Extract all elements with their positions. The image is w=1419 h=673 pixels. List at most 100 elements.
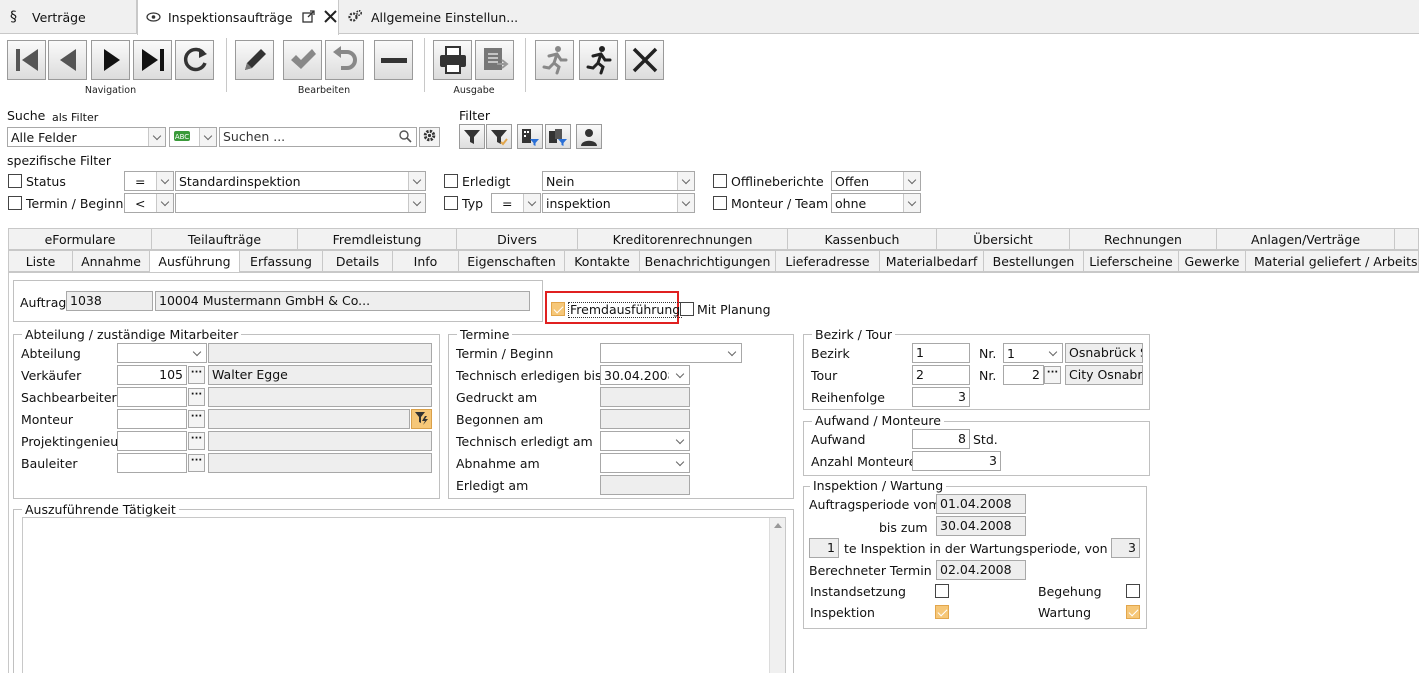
delete-button[interactable]: [374, 40, 413, 80]
buildings-filter-button[interactable]: [545, 124, 571, 149]
print-button[interactable]: [433, 40, 472, 80]
next-record-button[interactable]: [91, 40, 130, 80]
close-icon[interactable]: [323, 9, 337, 26]
monteur-lookup-button[interactable]: ···: [188, 410, 205, 428]
tab-details[interactable]: Details: [323, 250, 393, 272]
search-input[interactable]: Suchen ...: [219, 127, 417, 147]
projektingenieur-number-field[interactable]: [117, 431, 187, 451]
tech-erledigt-am-date[interactable]: [600, 431, 690, 451]
tab-gewerke[interactable]: Gewerke: [1179, 250, 1246, 272]
bauleiter-number-field[interactable]: [117, 453, 187, 473]
aufwand-field[interactable]: 8: [912, 429, 970, 449]
export-button[interactable]: [475, 40, 514, 80]
edit-button[interactable]: [235, 40, 274, 80]
tab-anlagen-vertraege[interactable]: Anlagen/Verträge: [1217, 228, 1395, 250]
erledigt-value-select[interactable]: Nein: [542, 171, 695, 191]
tab-info[interactable]: Info: [393, 250, 459, 272]
tab-divers[interactable]: Divers: [457, 228, 578, 250]
scroll-up-icon[interactable]: [774, 523, 782, 528]
fremdausfuehrung-checkbox[interactable]: [551, 302, 565, 316]
tab-eigenschaften[interactable]: Eigenschaften: [459, 250, 565, 272]
tab-liste[interactable]: Liste: [8, 250, 73, 272]
tab-materialbedarf[interactable]: Materialbedarf: [880, 250, 984, 272]
reihenfolge-field[interactable]: 3: [912, 387, 970, 407]
offline-value-select[interactable]: Offen: [831, 171, 921, 191]
bezirk-field[interactable]: 1: [912, 343, 970, 363]
save-button[interactable]: [283, 40, 322, 80]
sachbearbeiter-number-field[interactable]: [117, 387, 187, 407]
search-field-select[interactable]: Alle Felder: [7, 127, 166, 147]
last-record-button[interactable]: [133, 40, 172, 80]
termin-beginn-date[interactable]: [600, 343, 742, 363]
run-disabled-button[interactable]: [535, 40, 574, 80]
tab-fremdleistung[interactable]: Fremdleistung: [298, 228, 457, 250]
wartung-checkbox[interactable]: [1126, 605, 1140, 619]
filter-edit-button[interactable]: [486, 124, 512, 149]
typ-value-select[interactable]: inspektion: [542, 193, 695, 213]
monteur-number-field[interactable]: [117, 409, 187, 429]
window-tab-einstellungen[interactable]: Allgemeine Einstellun...: [339, 0, 519, 34]
window-tab-vertraege[interactable]: § Verträge: [0, 0, 137, 34]
abteilung-select[interactable]: [117, 343, 207, 363]
taetigkeit-scrollbar[interactable]: [769, 518, 785, 673]
tab-rechnungen[interactable]: Rechnungen: [1070, 228, 1217, 250]
bezirk-nr-select[interactable]: 1: [1003, 343, 1063, 363]
status-value-select[interactable]: Standardinspektion: [175, 171, 426, 191]
tab-benachrichtigungen[interactable]: Benachrichtigungen: [640, 250, 776, 272]
previous-record-button[interactable]: [48, 40, 87, 80]
tab-kreditorenrechnungen[interactable]: Kreditorenrechnungen: [578, 228, 788, 250]
abnahme-am-date[interactable]: [600, 453, 690, 473]
offline-filter-checkbox[interactable]: [713, 174, 727, 188]
status-filter-checkbox[interactable]: [8, 174, 22, 188]
projektingenieur-lookup-button[interactable]: ···: [188, 432, 205, 450]
tab-material-geliefert[interactable]: Material geliefert / Arbeitszeit: [1246, 250, 1419, 272]
tour-lookup-button[interactable]: ···: [1044, 366, 1061, 384]
monteur-filter-button[interactable]: [411, 409, 432, 429]
sachbearbeiter-lookup-button[interactable]: ···: [188, 388, 205, 406]
user-filter-button[interactable]: [576, 124, 602, 149]
tab-ausfuehrung[interactable]: Ausführung: [150, 250, 240, 273]
search-mode-select[interactable]: ABC: [169, 127, 217, 147]
verkaeufer-number-field[interactable]: 105: [117, 365, 187, 385]
close-form-button[interactable]: [625, 40, 664, 80]
mit-planung-checkbox[interactable]: [680, 302, 694, 316]
tour-nr-field[interactable]: 2: [1003, 365, 1044, 385]
termin-operator-select[interactable]: <: [124, 193, 174, 213]
tab-annahme[interactable]: Annahme: [73, 250, 150, 272]
tour-field[interactable]: 2: [912, 365, 970, 385]
first-record-button[interactable]: [7, 40, 46, 80]
termin-value-select[interactable]: [175, 193, 426, 213]
tab-eformulare[interactable]: eFormulare: [8, 228, 152, 250]
typ-filter-checkbox[interactable]: [444, 196, 458, 210]
typ-operator-select[interactable]: =: [491, 193, 541, 213]
filter-button[interactable]: [459, 124, 485, 149]
erledigt-filter-checkbox[interactable]: [444, 174, 458, 188]
monteur-filter-checkbox[interactable]: [713, 196, 727, 210]
tab-kassenbuch[interactable]: Kassenbuch: [788, 228, 937, 250]
taetigkeit-textarea[interactable]: [22, 517, 786, 673]
bauleiter-lookup-button[interactable]: ···: [188, 454, 205, 472]
status-operator-select[interactable]: =: [124, 171, 174, 191]
anzahl-monteure-field[interactable]: 3: [912, 451, 1001, 471]
tab-bestellungen[interactable]: Bestellungen: [984, 250, 1084, 272]
monteur-value-select[interactable]: ohne: [831, 193, 921, 213]
window-tab-inspektionsauftraege[interactable]: Inspektionsaufträge: [137, 0, 339, 35]
tab-kontakte[interactable]: Kontakte: [565, 250, 640, 272]
tab-erfassung[interactable]: Erfassung: [240, 250, 323, 272]
termin-filter-checkbox[interactable]: [8, 196, 22, 210]
verkaeufer-lookup-button[interactable]: ···: [188, 366, 205, 384]
tab-uebersicht[interactable]: Übersicht: [937, 228, 1070, 250]
tab-teilauftraege[interactable]: Teilaufträge: [152, 228, 298, 250]
search-settings-button[interactable]: [419, 127, 440, 147]
building-filter-button[interactable]: [517, 124, 543, 149]
tech-erledigen-bis-date[interactable]: 30.04.2008: [600, 365, 690, 385]
inspektion-checkbox[interactable]: [935, 605, 949, 619]
undo-button[interactable]: [325, 40, 364, 80]
begehung-checkbox[interactable]: [1126, 584, 1140, 598]
run-button[interactable]: [579, 40, 618, 80]
external-link-icon[interactable]: [301, 9, 315, 26]
search-icon[interactable]: [399, 130, 412, 146]
tab-lieferscheine[interactable]: Lieferscheine: [1084, 250, 1179, 272]
refresh-button[interactable]: [175, 40, 214, 80]
tab-lieferadresse[interactable]: Lieferadresse: [776, 250, 880, 272]
